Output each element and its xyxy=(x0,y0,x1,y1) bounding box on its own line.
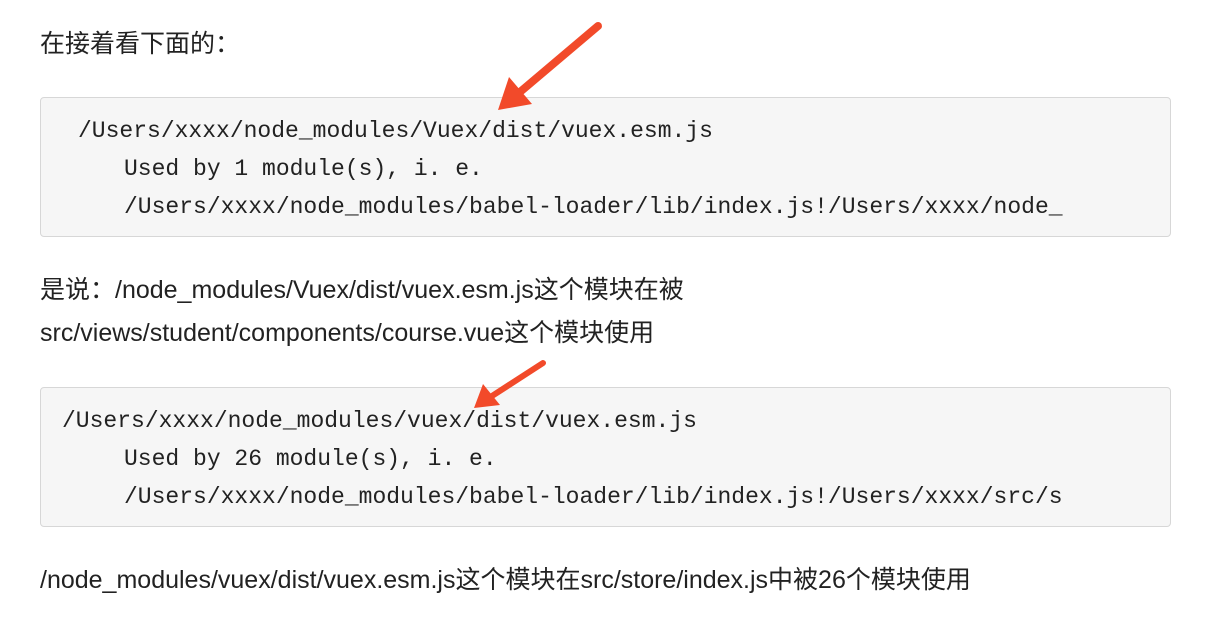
code-line-loader-path: /Users/xxxx/node_modules/babel-loader/li… xyxy=(124,484,1063,510)
code-block-uppercase-vuex: /Users/xxxx/node_modules/Vuex/dist/vuex.… xyxy=(40,97,1171,237)
code-line-used-by: Used by 26 module(s), i. e. xyxy=(124,446,497,472)
explanation-line-1: 是说：/node_modules/Vuex/dist/vuex.esm.js这个… xyxy=(40,276,684,304)
code-line-loader-path: /Users/xxxx/node_modules/babel-loader/li… xyxy=(124,194,1063,220)
code-line-module-path: /Users/xxxx/node_modules/vuex/dist/vuex.… xyxy=(62,408,697,434)
summary-text: /node_modules/vuex/dist/vuex.esm.js这个模块在… xyxy=(40,566,971,594)
code-line-used-by: Used by 1 module(s), i. e. xyxy=(124,156,483,182)
explanation-line-2: src/views/student/components/course.vue这… xyxy=(40,319,655,347)
code-block-lowercase-vuex: /Users/xxxx/node_modules/vuex/dist/vuex.… xyxy=(40,387,1171,527)
intro-text: 在接着看下面的： xyxy=(40,30,241,58)
code-line-module-path: /Users/xxxx/node_modules/Vuex/dist/vuex.… xyxy=(78,118,713,144)
